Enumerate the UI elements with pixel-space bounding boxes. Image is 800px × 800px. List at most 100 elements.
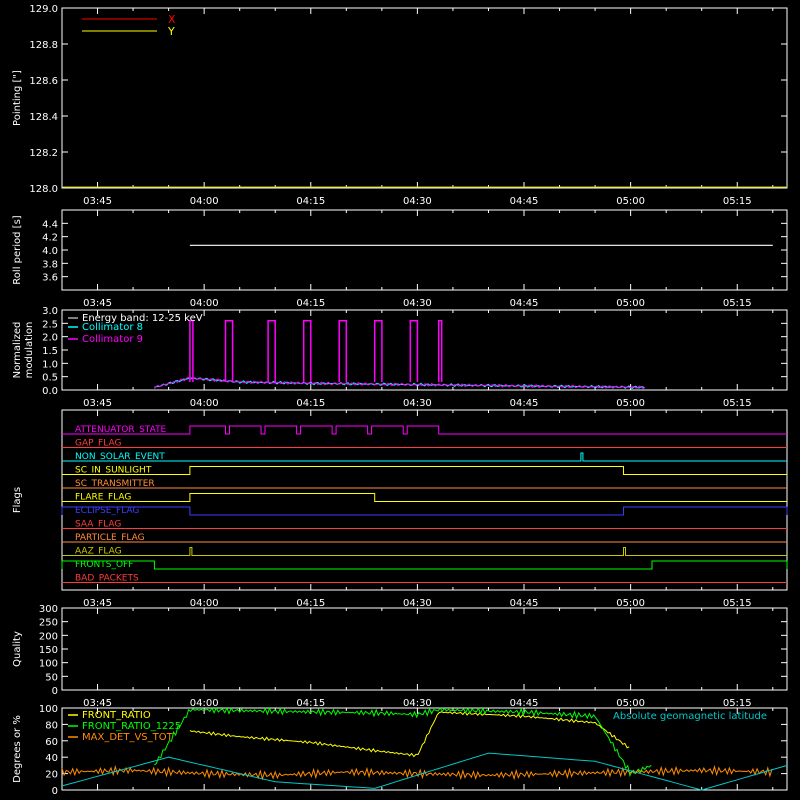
modulation-spike	[302, 319, 312, 382]
y-tick-label: 1.5	[42, 346, 58, 357]
y-axis-label: Normalized	[12, 322, 23, 379]
y-tick-label: 4.0	[42, 246, 58, 257]
x-tick-label: 04:00	[190, 698, 219, 709]
x-tick-label: 04:45	[510, 398, 539, 409]
y-axis-label: Flags	[12, 487, 23, 513]
ratio-series-max-det-vs-tot	[61, 764, 773, 781]
y-tick-label: 0	[52, 786, 58, 797]
y-tick-label: 4.2	[42, 233, 58, 244]
y-tick-label: 200	[39, 631, 58, 642]
flag-line-non-solar-event	[62, 452, 787, 462]
x-tick-label: 05:00	[616, 298, 645, 309]
y-tick-label: 0.5	[42, 373, 58, 384]
legend-label-max-det-vs-tot: MAX_DET_VS_TOT	[82, 732, 174, 743]
y-axis-label: Roll period [s]	[12, 215, 23, 284]
y-tick-label: 50	[45, 672, 58, 683]
y-tick-label: 3.0	[42, 306, 58, 317]
telemetry-figure: 03:45 04:00 04:15 04:30 04:45 05:00 05:15 128.0…	[0, 0, 800, 800]
x-tick-label: 05:15	[723, 698, 752, 709]
legend-label-front-ratio-1225: FRONT_RATIO_1225	[82, 721, 181, 732]
y-tick-label: 100	[39, 659, 58, 670]
y-tick-label: 150	[39, 645, 58, 656]
x-tick-label: 04:30	[403, 698, 432, 709]
modulation-spike	[409, 319, 419, 382]
x-tick-label: 05:00	[616, 698, 645, 709]
y-tick-label: 128.8	[29, 40, 58, 51]
flag-label-sc-in-sunlight: SC_IN_SUNLIGHT	[75, 466, 152, 476]
y-axis-label: modulation	[24, 322, 35, 379]
y-axis-label: Pointing ["]	[12, 70, 23, 126]
y-axis-label: Degrees or %	[12, 715, 23, 783]
x-tick-label: 04:15	[296, 398, 325, 409]
x-tick-label: 05:15	[723, 398, 752, 409]
y-tick-label: 128.0	[29, 184, 58, 195]
y-tick-label: 80	[45, 720, 58, 731]
flag-label-attenuator-state: ATTENUATOR_STATE	[75, 425, 167, 435]
plot-frame	[61, 209, 788, 291]
x-tick-label: 03:45	[83, 698, 112, 709]
x-tick-label: 05:15	[723, 298, 752, 309]
y-tick-label: 129.0	[29, 4, 58, 15]
y-tick-label: 300	[39, 604, 58, 615]
x-tick-label: 05:00	[616, 398, 645, 409]
y-axis-label: Quality	[12, 631, 23, 667]
y-tick-label: 4.4	[42, 219, 58, 230]
x-tick-label: 03:45	[83, 196, 112, 207]
y-tick-label: 20	[45, 770, 58, 781]
legend-label-y: Y	[167, 25, 175, 38]
flag-label-eclipse-flag: ECLIPSE_FLAG	[75, 506, 139, 516]
modulation-spike	[373, 319, 383, 382]
x-tick-label: 04:15	[296, 196, 325, 207]
modulation-spike	[437, 319, 443, 382]
y-tick-label: 0	[52, 686, 58, 697]
y-tick-label: 1.0	[42, 359, 58, 370]
flag-line-sc-in-sunlight	[62, 466, 787, 475]
panel-5: 03:45 04:00 04:15 04:30 04:45 05:00 05:15 0 50 10…	[12, 604, 788, 709]
modulation-spike	[189, 319, 194, 382]
modulation-spike	[224, 319, 234, 382]
y-tick-label: 0.0	[42, 386, 58, 397]
x-tick-label: 04:30	[403, 196, 432, 207]
y-tick-label: 100	[39, 704, 58, 715]
x-tick-label: 04:45	[510, 196, 539, 207]
flag-line-eclipse-flag	[61, 506, 788, 516]
x-tick-label: 05:15	[723, 598, 752, 609]
panel-6: 0 20 40 60 80 100 Degrees or % FRONT_RATIOFRONT…	[12, 704, 788, 797]
telemetry-svg: 03:45 04:00 04:15 04:30 04:45 05:00 05:15 128.0…	[12, 4, 788, 797]
y-tick-label: 3.6	[42, 273, 58, 284]
panel-1: 03:45 04:00 04:15 04:30 04:45 05:00 05:15 128.0…	[12, 4, 788, 207]
panel-4: 03:45 04:00 04:15 04:30 04:45 05:00 05:15 Flags…	[12, 409, 788, 609]
flag-line-aaz-flag	[62, 547, 787, 556]
ratio-series-front-ratio	[189, 710, 630, 758]
plot-frame	[61, 409, 788, 591]
y-tick-label: 128.4	[29, 112, 58, 123]
flag-label-fronts-off: FRONTS_OFF	[75, 560, 133, 570]
modulation-spike	[338, 319, 348, 382]
ratio-series-front-ratio-1225	[154, 706, 652, 778]
modulation-spike	[267, 319, 276, 382]
x-tick-label: 05:00	[616, 196, 645, 207]
flag-line-fronts-off	[61, 560, 788, 570]
x-tick-label: 04:30	[403, 298, 432, 309]
x-tick-label: 03:45	[83, 398, 112, 409]
flag-label-saa-flag: SAA_FLAG	[75, 520, 121, 530]
x-tick-label: 03:45	[83, 298, 112, 309]
x-tick-label: 05:15	[723, 196, 752, 207]
plot-frame	[61, 607, 788, 691]
y-tick-label: 128.2	[29, 148, 58, 159]
x-tick-label: 04:00	[190, 196, 219, 207]
modulation-series-2	[154, 376, 646, 390]
legend-label-collimator-1: Collimator 8	[82, 322, 143, 333]
legend-label-front-ratio: FRONT_RATIO	[82, 710, 151, 721]
flag-label-bad-packets: BAD_PACKETS	[75, 574, 139, 584]
flag-line-flare-flag	[62, 493, 787, 502]
x-tick-label: 04:15	[296, 298, 325, 309]
x-tick-label: 04:00	[190, 298, 219, 309]
x-tick-label: 04:45	[510, 598, 539, 609]
y-tick-label: 2.5	[42, 319, 58, 330]
panel-2: 03:45 04:00 04:15 04:30 04:45 05:00 05:15 3.6 3.…	[12, 209, 788, 309]
annotation-geomagnetic: Absolute geomagnetic latitude	[613, 711, 767, 722]
y-tick-label: 60	[45, 737, 58, 748]
x-tick-label: 04:15	[296, 598, 325, 609]
legend-label-collimator-2: Collimator 9	[82, 334, 143, 345]
